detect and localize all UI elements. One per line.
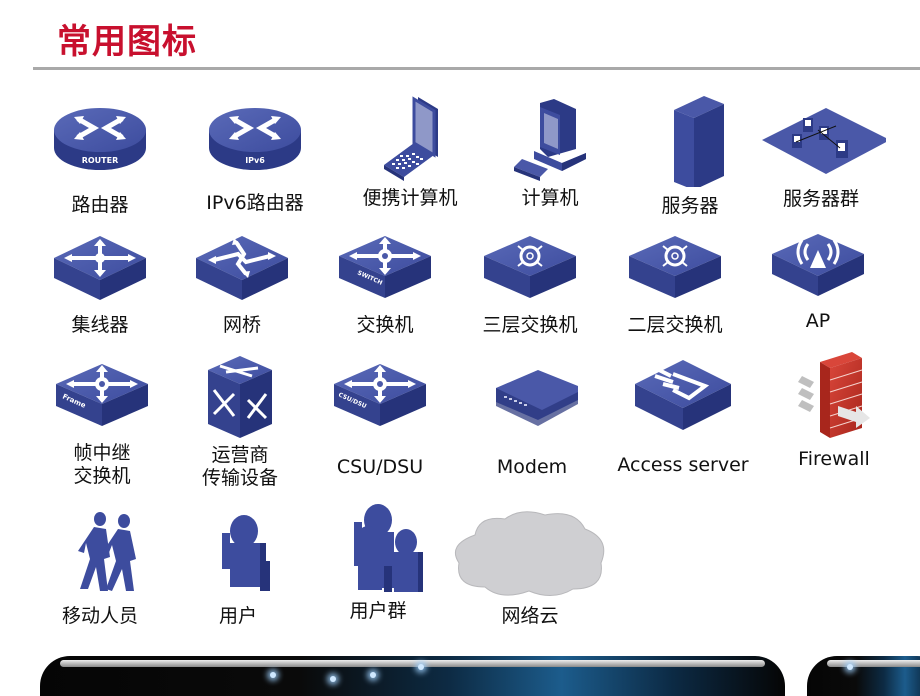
- footer-light: [370, 672, 376, 678]
- footer-light: [270, 672, 276, 678]
- icon-label: 用户群: [349, 600, 407, 622]
- icon-label: 网桥: [222, 314, 261, 336]
- csu-dsu-icon: CSU/DSU: [334, 364, 426, 426]
- icon-label: 服务器群: [782, 188, 859, 210]
- ipv6-badge: IPv6: [245, 156, 265, 165]
- icon-item-l3-switch: 三层交换机: [460, 232, 600, 337]
- icon-item-access-server: Access server: [613, 358, 753, 477]
- footer-banner-right: [807, 656, 920, 696]
- icon-label-line1: 帧中继: [73, 442, 131, 464]
- l2-switch-icon: [629, 236, 721, 298]
- icon-label: 路由器: [71, 194, 129, 216]
- icon-label: CSU/DSU: [336, 456, 424, 478]
- icon-label: 集线器: [71, 314, 129, 336]
- user-group-icon: [354, 504, 423, 592]
- icon-label: Modem: [496, 456, 568, 478]
- icon-label: 三层交换机: [482, 314, 578, 336]
- icon-item-user: 用户: [168, 505, 308, 628]
- icon-label: 服务器: [661, 195, 719, 217]
- icon-label: 网络云: [501, 605, 559, 627]
- icon-item-laptop: 便携计算机: [340, 95, 480, 210]
- footer-banner: [40, 656, 785, 696]
- computer-icon: [514, 99, 586, 181]
- footer-sheen: [827, 660, 920, 667]
- footer-sheen: [60, 660, 765, 667]
- icon-label-line2: 交换机: [73, 465, 131, 487]
- switch-icon: SWITCH: [339, 236, 431, 298]
- icon-item-ap: AP: [748, 230, 888, 333]
- mobile-users-icon: [78, 512, 136, 591]
- ipv6-router-icon: IPv6: [209, 108, 301, 170]
- icon-label-line2: 传输设备: [201, 467, 278, 489]
- carrier-transport-icon: [208, 356, 272, 438]
- icon-item-server: 服务器: [620, 92, 760, 218]
- icon-item-l2-switch: 二层交换机: [605, 232, 745, 337]
- network-cloud-icon: [455, 511, 605, 596]
- modem-icon: [496, 370, 578, 426]
- footer-light: [418, 664, 424, 670]
- icon-item-router: ROUTER 路由器: [30, 100, 170, 217]
- icon-label: 移动人员: [61, 605, 138, 627]
- icon-label: 用户: [218, 605, 257, 627]
- bridge-icon: [196, 236, 288, 300]
- server-farm-icon: [762, 108, 886, 174]
- footer-light: [847, 664, 853, 670]
- icon-label: 便携计算机: [362, 187, 458, 209]
- footer-light: [330, 676, 336, 682]
- router-badge: ROUTER: [82, 156, 119, 165]
- router-icon: ROUTER: [54, 108, 146, 170]
- icon-item-frame-relay: Frame 帧中继 交换机: [32, 360, 172, 488]
- l3-switch-icon: [484, 236, 576, 298]
- icon-item-switch: SWITCH 交换机: [315, 232, 455, 337]
- title-divider: [33, 67, 920, 70]
- icon-label: 计算机: [521, 187, 579, 209]
- icon-label: Firewall: [798, 448, 870, 470]
- icon-item-firewall: Firewall: [764, 350, 904, 471]
- icon-item-network-cloud: 网络云: [440, 505, 620, 628]
- icon-item-mobile-users: 移动人员: [30, 505, 170, 628]
- user-icon: [222, 515, 270, 591]
- icon-item-hub: 集线器: [30, 232, 170, 337]
- access-point-icon: [772, 234, 864, 296]
- page-title: 常用图标: [57, 22, 197, 62]
- icon-label: 二层交换机: [627, 314, 723, 336]
- access-server-icon: [635, 360, 731, 430]
- frame-relay-switch-icon: Frame: [56, 364, 148, 426]
- server-icon: [674, 96, 724, 187]
- icon-item-server-farm: 服务器群: [751, 100, 891, 211]
- laptop-icon: [384, 96, 438, 181]
- icon-item-modem: Modem: [462, 360, 602, 479]
- icon-label: 交换机: [356, 314, 414, 336]
- icon-label: Access server: [617, 454, 749, 476]
- firewall-icon: [798, 352, 870, 438]
- icon-item-computer: 计算机: [480, 95, 620, 210]
- icon-label: AP: [805, 310, 831, 332]
- icon-item-user-group: 用户群: [308, 500, 448, 623]
- icon-label-line1: 运营商: [211, 444, 269, 466]
- icon-item-ipv6-router: IPv6 IPv6路由器: [185, 100, 325, 215]
- icon-label: IPv6路由器: [206, 192, 304, 214]
- icon-item-csu-dsu: CSU/DSU CSU/DSU: [310, 360, 450, 479]
- icon-item-carrier: 运营商 传输设备: [170, 354, 310, 490]
- icon-item-bridge: 网桥: [172, 232, 312, 337]
- hub-icon: [54, 236, 146, 300]
